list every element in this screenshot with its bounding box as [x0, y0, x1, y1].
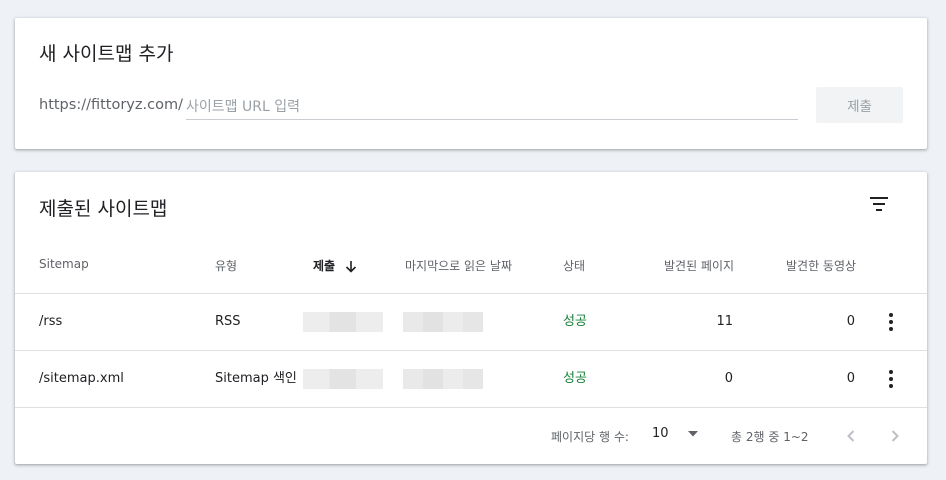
- rows-per-page-label: 페이지당 행 수:: [551, 430, 629, 444]
- rows-per-page-value: 10: [652, 426, 669, 441]
- submitted-sitemaps-card: 제출된 사이트맵 Sitemap 유형 제출 마지막으로 읽은 날짜 상태 발견…: [15, 172, 927, 464]
- chevron-left-icon: [847, 430, 855, 442]
- dropdown-arrow-icon: [687, 430, 698, 436]
- url-prefix: https://fittoryz.com/: [39, 97, 183, 113]
- column-header-type[interactable]: 유형: [215, 257, 237, 274]
- sitemap-url-input[interactable]: [186, 94, 798, 120]
- column-header-submitted[interactable]: 제출: [313, 257, 357, 274]
- filter-icon: [870, 197, 888, 211]
- submitted-date-redacted: [303, 369, 383, 389]
- pages-found-value: 11: [716, 314, 733, 329]
- column-header-last-read[interactable]: 마지막으로 읽은 날짜: [405, 257, 512, 274]
- column-header-videos-found[interactable]: 발견한 동영상: [786, 257, 856, 274]
- sitemap-type: RSS: [215, 314, 241, 329]
- status-badge: 성공: [563, 371, 587, 386]
- submitted-date-redacted: [303, 312, 383, 332]
- row-menu-button[interactable]: [881, 310, 905, 334]
- add-sitemap-title: 새 사이트맵 추가: [39, 43, 174, 65]
- column-header-sitemap[interactable]: Sitemap: [39, 257, 89, 271]
- sitemap-type: Sitemap 색인: [215, 371, 297, 386]
- chevron-right-icon: [891, 430, 899, 442]
- row-menu-button[interactable]: [881, 367, 905, 391]
- submitted-sitemaps-title: 제출된 사이트맵: [39, 198, 168, 220]
- status-badge: 성공: [563, 314, 587, 329]
- column-header-pages-found[interactable]: 발견된 페이지: [664, 257, 734, 274]
- last-read-date-redacted: [403, 369, 483, 389]
- add-sitemap-card: 새 사이트맵 추가 https://fittoryz.com/ 제출: [15, 18, 927, 149]
- next-page-button[interactable]: [883, 424, 907, 448]
- divider: [15, 407, 927, 408]
- more-vert-icon: [889, 370, 893, 388]
- sitemap-path[interactable]: /rss: [39, 294, 62, 350]
- filter-button[interactable]: [865, 192, 893, 216]
- last-read-date-redacted: [403, 312, 483, 332]
- previous-page-button[interactable]: [839, 424, 863, 448]
- table-row[interactable]: /sitemap.xml Sitemap 색인 성공 0 0: [15, 351, 927, 407]
- pagination-range: 총 2행 중 1~2: [731, 430, 809, 444]
- rows-per-page-select[interactable]: 10: [652, 426, 699, 441]
- arrow-down-icon: [346, 261, 357, 273]
- column-header-status[interactable]: 상태: [563, 257, 585, 274]
- pages-found-value: 0: [724, 371, 733, 386]
- submit-button[interactable]: 제출: [816, 87, 903, 123]
- table-row[interactable]: /rss RSS 성공 11 0: [15, 294, 927, 350]
- sitemap-path[interactable]: /sitemap.xml: [39, 351, 124, 407]
- more-vert-icon: [889, 313, 893, 331]
- videos-found-value: 0: [846, 371, 855, 386]
- column-header-submitted-label: 제출: [313, 259, 336, 273]
- videos-found-value: 0: [846, 314, 855, 329]
